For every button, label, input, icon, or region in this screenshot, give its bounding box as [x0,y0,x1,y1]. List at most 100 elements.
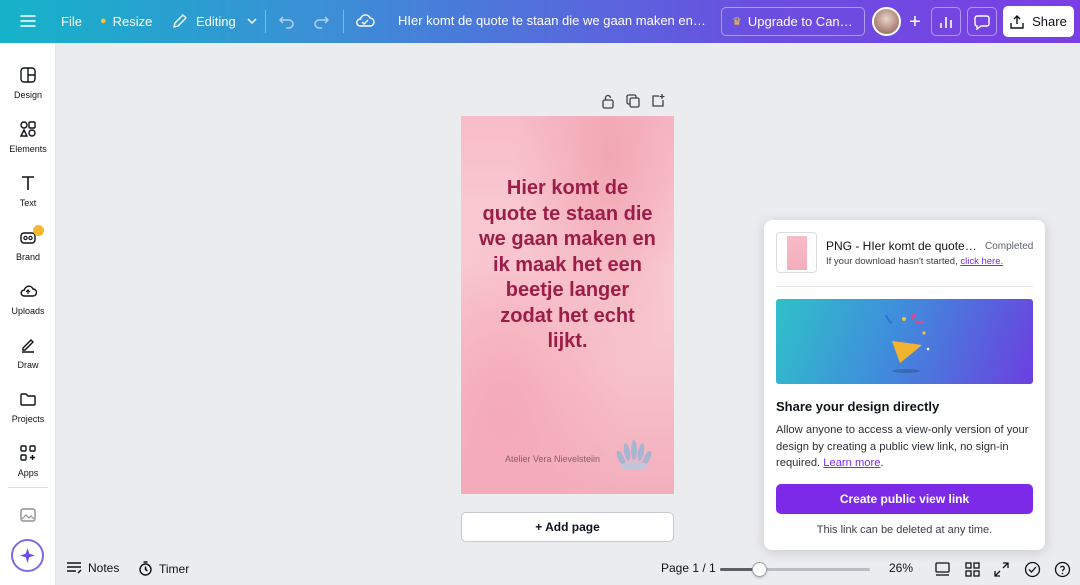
grid-view-button[interactable] [934,561,951,578]
crown-badge-icon [33,225,44,236]
check-circle-icon [1024,561,1041,578]
sidebar-divider [8,487,48,488]
click-here-link[interactable]: click here. [960,256,1003,267]
duplicate-icon[interactable] [625,93,641,109]
editing-mode-button[interactable]: Editing [172,6,258,36]
bottom-bar: Notes Timer Page 1 / 1 26% [56,553,1080,585]
quote-text[interactable]: Hier komt de quote te staan die we gaan … [479,176,656,355]
share-description: Allow anyone to access a view-only versi… [776,422,1038,472]
layout-icon [20,67,36,83]
plus-icon[interactable]: + [904,7,926,37]
share-label: Share [1032,14,1067,29]
leaf-wreath-icon[interactable] [613,436,655,474]
cloud-saved-icon[interactable] [355,6,375,36]
apps-icon [20,445,36,461]
chevron-down-icon [247,18,257,25]
pen-icon [22,339,34,353]
shapes-icon [19,121,36,137]
lock-icon[interactable] [600,93,616,109]
notes-label: Notes [88,561,120,575]
zoom-slider[interactable] [720,562,870,577]
share-upload-icon [1010,14,1024,29]
sidebar-item-brand[interactable]: Brand [0,220,56,272]
bar-chart-icon [940,16,952,28]
download-file-title: PNG - HIer komt de quote te staan die we… [826,239,978,253]
sidebar: Design Elements Text Brand Uploads Draw … [0,43,56,585]
comment-icon [974,14,990,30]
upgrade-label: Upgrade to Canva Pro [747,14,854,29]
design-title[interactable]: HIer komt de quote te staan die we gaan … [398,6,708,36]
sidebar-item-label: Projects [11,414,45,424]
timer-button[interactable]: Timer [138,561,189,576]
share-button[interactable]: Share [1003,6,1074,37]
grid-pages-button[interactable] [964,561,981,578]
author-text[interactable]: Atelier Vera Nievelsteiin [505,454,600,464]
page-indicator: Page 1 / 1 [661,561,716,575]
share-body-text: Allow anyone to access a view-only versi… [776,424,1029,469]
sparkle-icon [20,548,35,563]
magic-assistant-button[interactable] [11,539,44,572]
sidebar-item-label: Draw [17,360,39,370]
page-toolbar [600,93,666,109]
pencil-icon [173,14,187,28]
timer-icon [139,561,152,576]
sidebar-item-label: Text [19,198,37,208]
check-button[interactable] [1024,561,1041,578]
comments-button[interactable] [967,7,997,36]
resize-label: Resize [112,13,153,29]
add-page-button[interactable]: + Add page [461,512,674,542]
page-indicator-button[interactable]: Page 1 / 1 [661,561,716,575]
menu-icon[interactable] [16,6,40,36]
popup-divider [776,286,1033,287]
party-popper-icon [885,312,930,373]
resize-button[interactable]: ● Resize [100,6,152,36]
design-page[interactable]: Hier komt de quote te staan die we gaan … [461,116,674,494]
image-icon [20,508,36,522]
design-thumbnail [776,232,817,273]
editing-label: Editing [196,13,236,29]
download-hint: If your download hasn't started, click h… [826,256,1003,267]
folder-icon [20,393,36,406]
notes-button[interactable]: Notes [66,561,119,575]
sidebar-item-projects[interactable]: Projects [0,382,56,434]
help-button[interactable] [1054,561,1071,578]
file-menu-button[interactable]: File [61,6,82,36]
zoom-slider-handle[interactable] [752,562,767,577]
sidebar-item-label: Brand [15,252,41,262]
page-view-icon [935,562,950,576]
link-deletion-note: This link can be deleted at any time. [816,524,993,536]
avatar[interactable] [872,7,901,36]
sidebar-item-draw[interactable]: Draw [0,328,56,380]
crown-icon: ♛ [732,16,742,28]
learn-more-suffix: . [880,457,884,469]
sidebar-item-label: Apps [17,468,39,478]
help-icon [1054,561,1071,578]
notes-icon [67,562,82,574]
undo-icon[interactable] [278,6,296,36]
analytics-button[interactable] [931,7,961,36]
sidebar-item-apps[interactable]: Apps [0,436,56,488]
zoom-level-button[interactable]: 26% [889,561,913,575]
upgrade-button[interactable]: ♛ Upgrade to Canva Pro [721,7,865,36]
create-public-view-link-button[interactable]: Create public view link [776,484,1033,514]
cloud-upload-icon [20,285,37,297]
download-complete-popup: PNG - HIer komt de quote te staan die we… [764,220,1045,550]
sidebar-item-label: Uploads [11,306,45,316]
sidebar-item-elements[interactable]: Elements [0,112,56,164]
download-hint-text: If your download hasn't started, [826,256,961,267]
text-icon [22,176,34,190]
learn-more-link[interactable]: Learn more [823,457,880,469]
redo-icon[interactable] [312,6,330,36]
share-banner-image [776,299,1033,384]
sidebar-item-label: Elements [9,144,47,154]
sidebar-item-text[interactable]: Text [0,166,56,218]
fullscreen-button[interactable] [993,561,1010,578]
zoom-level: 26% [889,561,914,575]
add-page-icon[interactable] [650,93,666,109]
sidebar-item-design[interactable]: Design [0,58,56,110]
crown-icon: ● [100,15,107,27]
toolbar-divider [265,10,266,33]
sidebar-item-uploads[interactable]: Uploads [0,274,56,326]
timer-label: Timer [159,561,190,576]
expand-icon [994,562,1009,577]
